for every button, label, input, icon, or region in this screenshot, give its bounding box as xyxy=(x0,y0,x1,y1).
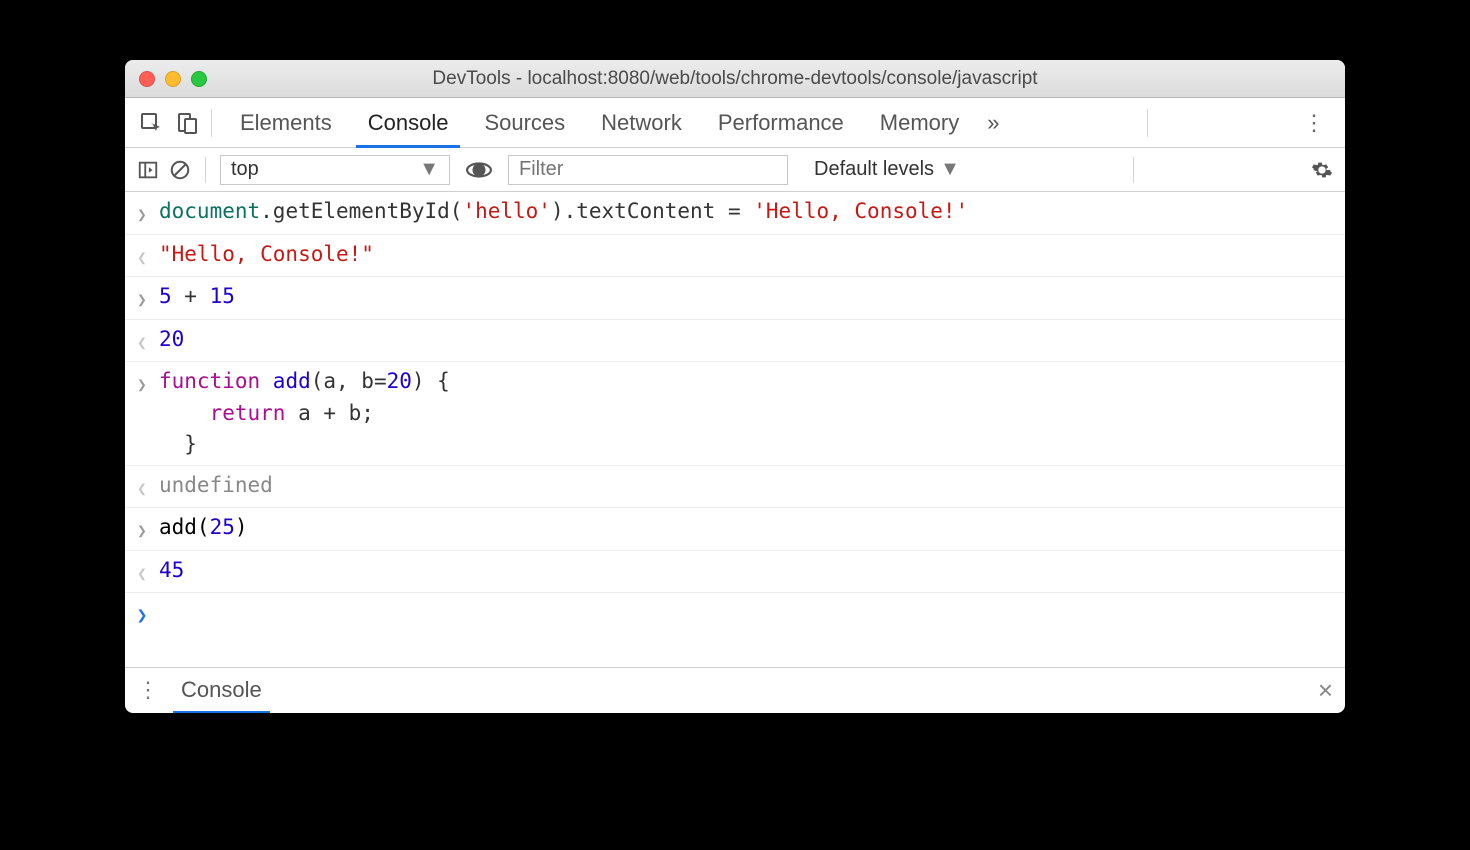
code-text: 5 + 15 xyxy=(159,281,235,313)
drawer-close-button[interactable]: × xyxy=(1318,675,1333,706)
console-prompt-input[interactable] xyxy=(159,597,1335,629)
dropdown-caret-icon: ▼ xyxy=(940,158,960,181)
separator xyxy=(205,157,206,183)
clear-console-icon[interactable] xyxy=(169,159,191,181)
dropdown-caret-icon: ▼ xyxy=(419,158,439,181)
traffic-lights xyxy=(139,71,207,87)
window-minimize-button[interactable] xyxy=(165,71,181,87)
separator xyxy=(211,109,212,137)
tabs-overflow-button[interactable]: » xyxy=(977,98,1009,147)
console-input-line: document.getElementById('hello').textCon… xyxy=(125,192,1345,235)
tab-performance[interactable]: Performance xyxy=(700,98,862,147)
code-text: undefined xyxy=(159,470,273,502)
code-text: add(25) xyxy=(159,512,248,544)
code-text: 45 xyxy=(159,555,184,587)
toggle-device-toolbar-icon[interactable] xyxy=(173,109,201,137)
separator xyxy=(1147,109,1148,137)
output-chevron-icon xyxy=(125,239,159,273)
console-input-line: 5 + 15 xyxy=(125,277,1345,320)
log-levels-label: Default levels xyxy=(814,158,934,181)
devtools-tabbar: ElementsConsoleSourcesNetworkPerformance… xyxy=(125,98,1345,148)
execution-context-value: top xyxy=(231,158,259,181)
devtools-drawer: ⋮ Console × xyxy=(125,667,1345,713)
input-chevron-icon xyxy=(125,512,159,546)
console-output-line: "Hello, Console!" xyxy=(125,235,1345,278)
console-input-line: add(25) xyxy=(125,508,1345,551)
console-output-line: 45 xyxy=(125,551,1345,594)
inspect-element-icon[interactable] xyxy=(137,109,165,137)
separator xyxy=(1133,157,1134,183)
drawer-menu-button[interactable]: ⋮ xyxy=(137,677,159,703)
window-title: DevTools - localhost:8080/web/tools/chro… xyxy=(125,68,1345,90)
log-levels-select[interactable]: Default levels ▼ xyxy=(814,158,960,181)
console-settings-icon[interactable] xyxy=(1311,159,1333,181)
console-filter-field[interactable] xyxy=(519,158,777,181)
devtools-menu-button[interactable]: ⋮ xyxy=(1295,110,1333,136)
code-text: "Hello, Console!" xyxy=(159,239,374,271)
tab-memory[interactable]: Memory xyxy=(862,98,977,147)
tab-sources[interactable]: Sources xyxy=(466,98,583,147)
drawer-tab-console[interactable]: Console xyxy=(175,668,268,713)
console-input-line: function add(a, b=20) { return a + b; } xyxy=(125,362,1345,466)
code-text: 20 xyxy=(159,324,184,356)
output-chevron-icon xyxy=(125,470,159,504)
console-toolbar: top ▼ Default levels ▼ xyxy=(125,148,1345,192)
console-filter-input[interactable] xyxy=(508,155,788,185)
output-chevron-icon xyxy=(125,324,159,358)
tab-network[interactable]: Network xyxy=(583,98,700,147)
window-titlebar: DevTools - localhost:8080/web/tools/chro… xyxy=(125,60,1345,98)
execution-context-select[interactable]: top ▼ xyxy=(220,155,450,185)
input-chevron-icon xyxy=(125,281,159,315)
window-close-button[interactable] xyxy=(139,71,155,87)
code-text: function add(a, b=20) { return a + b; } xyxy=(159,366,450,461)
console-output-line: 20 xyxy=(125,320,1345,363)
tab-elements[interactable]: Elements xyxy=(222,98,350,147)
tab-console[interactable]: Console xyxy=(350,98,467,147)
output-chevron-icon xyxy=(125,555,159,589)
live-expression-icon[interactable] xyxy=(466,157,492,183)
spacer xyxy=(125,635,1345,667)
prompt-chevron-icon xyxy=(125,597,159,631)
drawer-tab-label: Console xyxy=(181,677,262,703)
console-output-line: undefined xyxy=(125,466,1345,509)
input-chevron-icon xyxy=(125,196,159,230)
code-text: document.getElementById('hello').textCon… xyxy=(159,196,968,228)
window-zoom-button[interactable] xyxy=(191,71,207,87)
console-output: document.getElementById('hello').textCon… xyxy=(125,192,1345,635)
toggle-console-sidebar-icon[interactable] xyxy=(137,159,159,181)
console-prompt-line[interactable] xyxy=(125,593,1345,635)
devtools-window: DevTools - localhost:8080/web/tools/chro… xyxy=(125,60,1345,713)
input-chevron-icon xyxy=(125,366,159,400)
